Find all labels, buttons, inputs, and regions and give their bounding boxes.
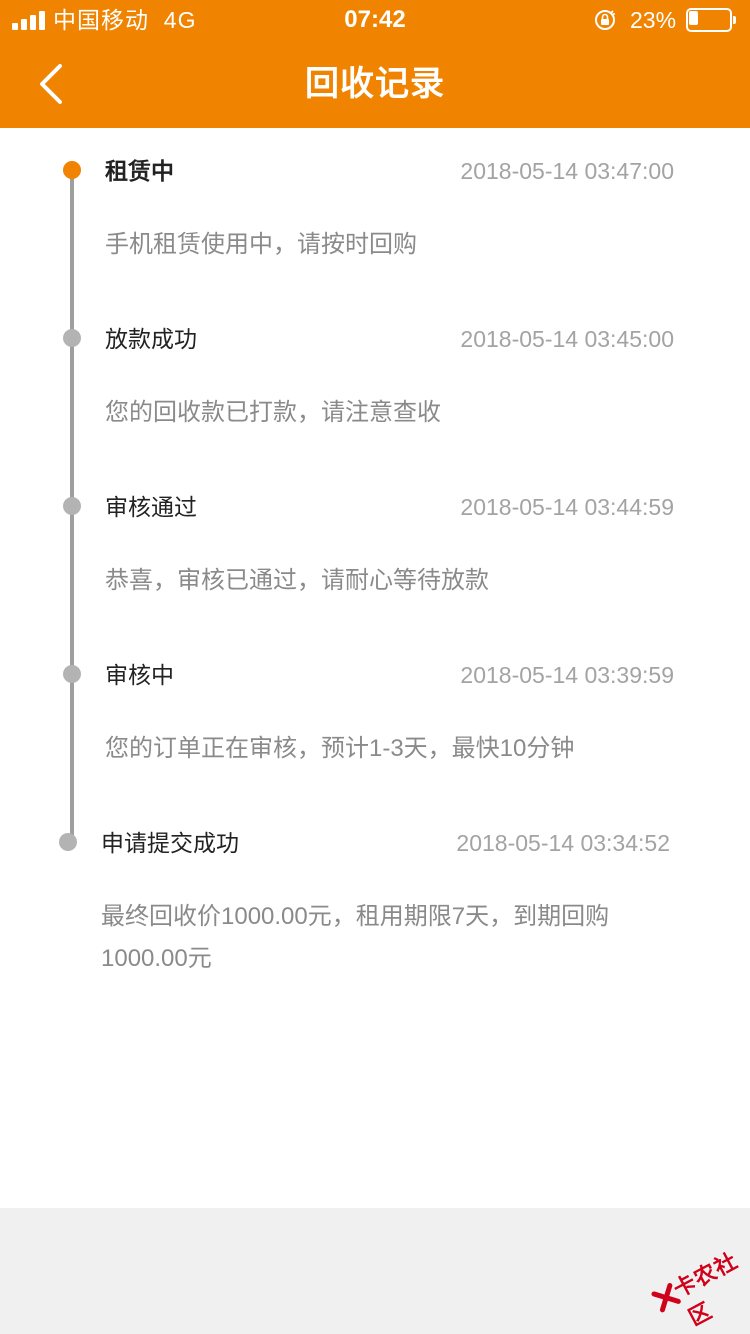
- timeline-dot: [63, 329, 81, 347]
- timeline-dot: [63, 497, 81, 515]
- timeline-item-title: 审核通过: [105, 494, 197, 520]
- timeline: 租赁中 2018-05-14 03:47:00 手机租赁使用中，请按时回购 放款…: [0, 128, 750, 1208]
- timeline-item-title: 放款成功: [105, 326, 197, 352]
- timeline-dot-active: [63, 161, 81, 179]
- timeline-dot: [63, 665, 81, 683]
- timeline-item-description: 您的订单正在审核，预计1-3天，最快10分钟: [105, 735, 575, 762]
- battery-percentage: 23%: [630, 7, 677, 33]
- timeline-dot: [59, 833, 77, 851]
- header: 中国移动 4G 07:42 23% 回收记录: [0, 0, 750, 128]
- timeline-item-time: 2018-05-14 03:34:52: [456, 830, 670, 856]
- nav-bar: 回收记录: [0, 40, 750, 128]
- bottom-area: [0, 1208, 750, 1334]
- battery-level-fill: [689, 11, 698, 25]
- timeline-item-time: 2018-05-14 03:47:00: [460, 158, 674, 184]
- timeline-item-title: 租赁中: [105, 158, 174, 184]
- timeline-item-description: 最终回收价1000.00元，租用期限7天，到期回购1000.00元: [101, 903, 610, 972]
- timeline-item-time: 2018-05-14 03:45:00: [460, 326, 674, 352]
- timeline-item-time: 2018-05-14 03:39:59: [460, 662, 674, 688]
- page-title: 回收记录: [305, 65, 445, 103]
- status-bar: 中国移动 4G 07:42 23%: [0, 0, 750, 40]
- timeline-item-time: 2018-05-14 03:44:59: [460, 494, 674, 520]
- timeline-item-description: 恭喜，审核已通过，请耐心等待放款: [105, 567, 489, 594]
- recycle-record-screen: 中国移动 4G 07:42 23% 回收记录 租赁中 2018-05-14 03…: [0, 0, 750, 1334]
- timeline-item-description: 您的回收款已打款，请注意查收: [105, 399, 441, 426]
- timeline-item-description: 手机租赁使用中，请按时回购: [105, 231, 417, 258]
- timeline-item-title: 审核中: [105, 662, 174, 688]
- timeline-item-title: 申请提交成功: [101, 830, 239, 856]
- battery-icon: [686, 8, 736, 32]
- rotation-lock-icon: [595, 10, 615, 30]
